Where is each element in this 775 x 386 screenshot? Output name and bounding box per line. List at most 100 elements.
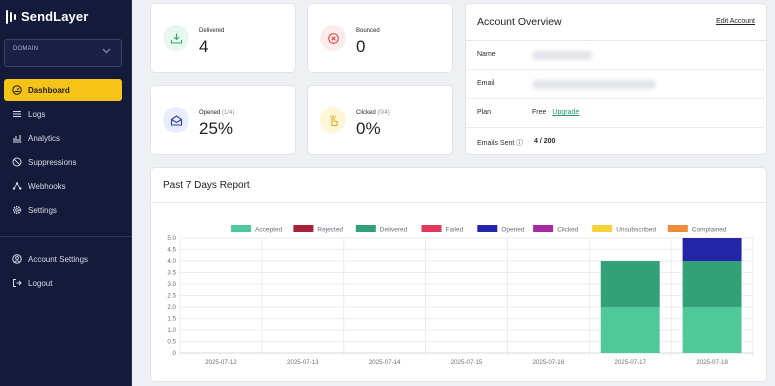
sidebar-item-logout[interactable]: Logout [4,272,122,294]
y-tick-label: 1.5 [167,316,176,323]
sidebar-item-label: Analytics [28,133,61,143]
legend-swatch [477,225,498,232]
clicked-card: Clicked (0/4) 0% [307,85,453,155]
x-circle-icon [320,25,346,51]
sidebar-item-analytics[interactable]: Analytics [4,127,122,149]
clicked-label: Clicked (0/4) [356,110,390,116]
sidebar-item-account-settings[interactable]: Account Settings [4,248,122,270]
sidebar-item-settings[interactable]: Settings [4,199,122,221]
pointer-click-icon [320,107,346,133]
emails-sent-value: 4 / 200 [534,138,556,145]
clicked-ratio: (0/4) [377,110,390,116]
x-tick-label: 2025-07-16 [533,359,565,366]
emails-sent-row: Emails Sent ⓘ 4 / 200 [466,127,768,156]
y-tick-label: 1.0 [167,327,176,334]
y-tick-label: 4.0 [167,258,176,265]
email-row: Email [466,69,768,98]
legend-label: Unsubscribed [616,227,656,234]
opened-label-text: Opened [199,110,221,116]
opened-card: Opened (1/4) 25% [150,85,296,155]
opened-ratio: (1/4) [222,110,235,116]
emails-sent-label: Emails Sent ⓘ [477,140,524,147]
legend-swatch [421,225,442,232]
legend-label: Opened [501,227,525,234]
sendlayer-logo-icon [6,9,16,24]
chart-icon [13,135,22,143]
sidebar-item-label: Account Settings [28,254,89,264]
email-value-redacted [532,80,656,89]
legend-label: Delivered [380,227,408,234]
sidebar-item-webhooks[interactable]: Webhooks [4,175,122,197]
block-icon [12,157,22,167]
bar-delivered [600,261,660,307]
logout-icon [13,279,22,287]
legend-swatch [667,225,688,232]
sidebar-item-label: Webhooks [28,181,66,191]
y-tick-label: 2.5 [167,293,176,300]
sidebar-item-label: Logout [28,278,53,288]
user-circle-icon [12,254,22,264]
report-card: Past 7 Days Report Accepted Rejected Deliv… [150,167,768,382]
dashboard-icon [12,85,22,95]
sidebar-divider [0,236,132,237]
sidebar-item-suppressions[interactable]: Suppressions [4,151,122,173]
name-row: Name [466,40,768,69]
plan-row: Plan Free Upgrade [466,98,768,127]
x-tick-label: 2025-07-17 [614,359,646,366]
x-tick-label: 2025-07-14 [369,359,401,366]
plan-name: Free [532,109,547,116]
report-chart: Accepted Rejected Delivered Failed Opened Cli… [167,225,754,366]
y-tick-label: 4.5 [167,247,176,254]
sidebar: SendLayer DOMAIN Dashboard Logs Analytic… [0,0,132,386]
envelope-open-icon [163,107,189,133]
bar-accepted [600,307,660,353]
legend-label: Clicked [557,227,579,234]
domain-select-label: DOMAIN [13,46,39,52]
opened-label: Opened (1/4) [199,110,234,116]
name-label: Name [477,51,496,58]
clicked-label-text: Clicked [356,110,376,116]
sidebar-item-logs[interactable]: Logs [4,103,122,125]
y-tick-label: 3.0 [167,281,176,288]
edit-account-link[interactable]: Edit Account [716,18,755,25]
delivered-label: Delivered [199,28,225,34]
webhook-icon [12,182,22,190]
sidebar-item-label: Logs [28,109,46,119]
bar-accepted [682,307,742,353]
bounced-value: 0 [356,37,366,56]
x-tick-label: 2025-07-15 [451,359,483,366]
legend-swatch [293,225,314,232]
x-tick-label: 2025-07-12 [205,359,237,366]
bounced-card: Bounced 0 [307,3,453,73]
y-tick-label: 3.5 [167,270,176,277]
legend-label: Accepted [255,227,282,234]
y-tick-label: 5.0 [167,235,176,242]
y-tick-label: 2.0 [167,304,176,311]
x-tick-label: 2025-07-13 [287,359,319,366]
bounced-label: Bounced [356,28,380,34]
plan-value: Free Upgrade [532,109,579,116]
delivered-card: Delivered 4 [150,3,296,73]
logo[interactable]: SendLayer [6,9,88,24]
gear-icon [12,205,22,215]
list-icon [13,111,21,117]
legend-swatch [592,225,613,232]
upgrade-link[interactable]: Upgrade [552,109,579,116]
chevron-down-icon [102,48,111,54]
sidebar-item-label: Dashboard [28,85,70,95]
legend-swatch [355,225,376,232]
sidebar-item-dashboard[interactable]: Dashboard [4,79,122,101]
clicked-value: 0% [356,119,381,138]
account-overview-title: Account Overview [477,16,562,28]
delivered-value: 4 [199,37,209,56]
opened-value: 25% [199,119,234,138]
sidebar-item-label: Settings [28,205,57,215]
domain-select[interactable]: DOMAIN [4,39,122,67]
y-tick-label: 0.5 [167,339,176,346]
y-tick-label: 0 [173,350,177,357]
legend-label: Failed [446,227,464,234]
logo-text: SendLayer [21,9,89,24]
email-label: Email [477,80,495,87]
legend-swatch [231,225,251,232]
account-overview-card: Account Overview Edit Account Name Email… [465,3,768,156]
